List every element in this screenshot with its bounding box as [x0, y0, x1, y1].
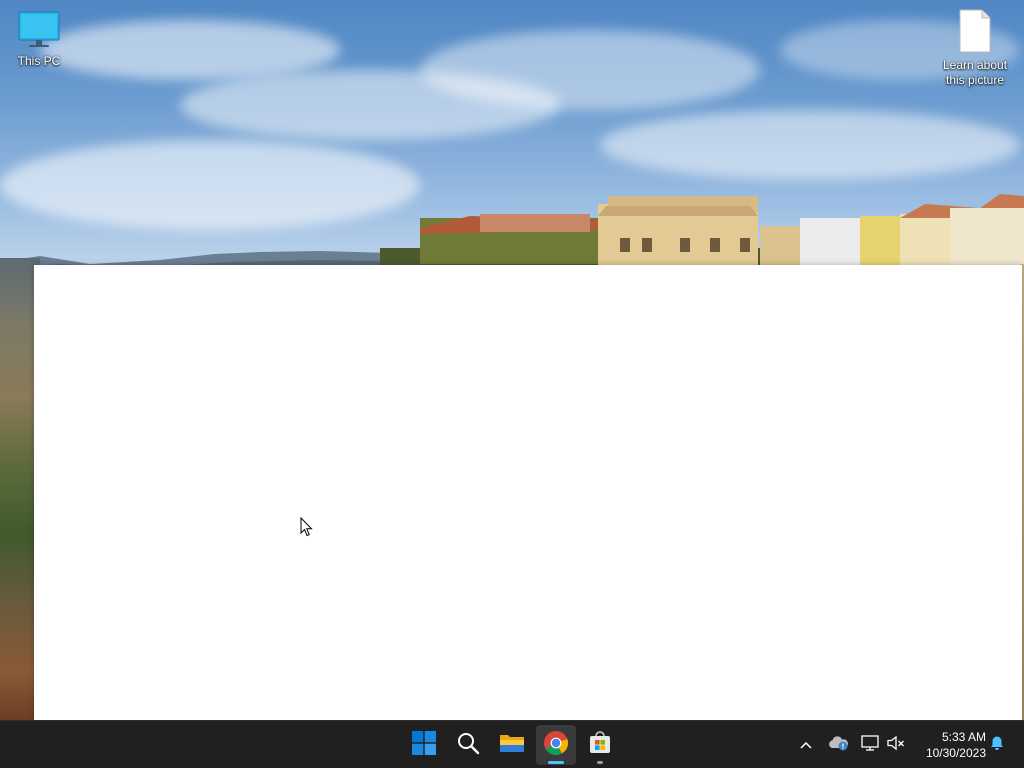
blank-app-window[interactable] [34, 265, 1022, 720]
folder-icon [499, 732, 525, 759]
hilltop-town [380, 194, 1024, 272]
cloud [40, 20, 340, 80]
volume-muted-icon [887, 735, 905, 756]
running-app-indicator [597, 761, 603, 764]
desktop-icon-this-pc[interactable]: This PC [3, 10, 75, 69]
clock-time: 5:33 AM [941, 730, 986, 744]
cloud [600, 110, 1020, 180]
monitor-icon [17, 10, 61, 50]
store-icon [588, 730, 612, 760]
volume-tray-button[interactable] [884, 733, 908, 757]
desktop-icon-label: This PC [17, 54, 61, 68]
start-button[interactable] [404, 725, 444, 765]
document-icon [958, 8, 992, 54]
onedrive-icon [827, 735, 849, 756]
clock-button[interactable]: 5:33 AM 10/30/2023 [914, 729, 986, 761]
search-button[interactable] [448, 725, 488, 765]
network-tray-button[interactable] [858, 733, 882, 757]
mouse-cursor-icon [300, 517, 313, 537]
notification-bell-icon [989, 735, 1005, 756]
active-app-indicator [548, 761, 564, 764]
cloud [420, 30, 760, 110]
microsoft-store-button[interactable] [580, 725, 620, 765]
clock-date: 10/30/2023 [925, 746, 986, 760]
taskbar: 5:33 AM 10/30/2023 [0, 720, 1024, 768]
network-icon [861, 734, 879, 756]
show-hidden-icons-button[interactable] [794, 733, 818, 757]
file-explorer-button[interactable] [492, 725, 532, 765]
chevron-up-icon [800, 736, 812, 754]
notifications-button[interactable] [985, 733, 1009, 757]
onedrive-tray-button[interactable] [826, 733, 850, 757]
windows-start-icon [412, 730, 436, 760]
cloud [0, 140, 420, 230]
search-icon [456, 731, 480, 760]
chrome-button[interactable] [536, 725, 576, 765]
desktop-icon-learn-about-picture[interactable]: Learn about this picture [938, 8, 1012, 88]
chrome-icon [543, 730, 569, 761]
desktop-icon-label: Learn about this picture [942, 58, 1008, 87]
